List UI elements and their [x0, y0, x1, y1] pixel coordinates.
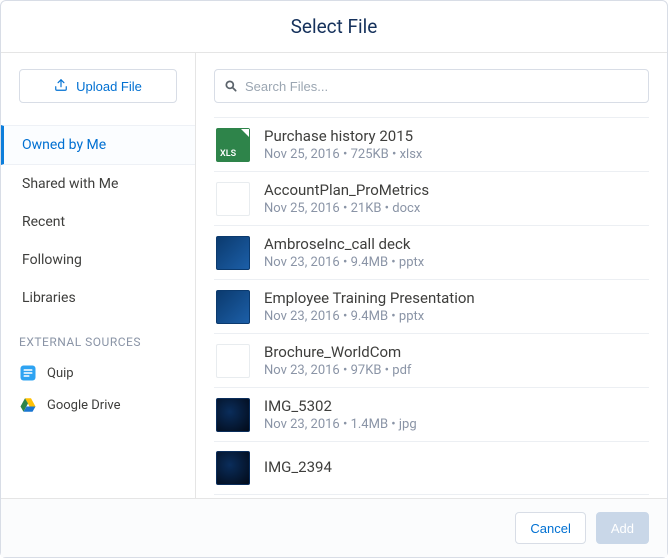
external-sources-header: EXTERNAL SOURCES [1, 317, 195, 357]
file-row[interactable]: XLS Purchase history 2015 Nov 25, 2016 •… [214, 118, 649, 172]
file-name: Employee Training Presentation [264, 289, 643, 307]
file-row[interactable]: AmbroseInc_call deck Nov 23, 2016 • 9.4M… [214, 226, 649, 280]
file-name: Purchase history 2015 [264, 127, 643, 145]
file-type-icon [216, 182, 250, 216]
upload-icon [54, 78, 68, 95]
quip-icon [19, 364, 37, 382]
file-meta: Nov 25, 2016 • 21KB • docx [264, 201, 643, 216]
file-type-icon [216, 344, 250, 378]
dialog-title: Select File [1, 1, 667, 53]
nav-recent[interactable]: Recent [1, 203, 195, 241]
file-name: AccountPlan_ProMetrics [264, 181, 643, 199]
file-row[interactable]: IMG_2394 [214, 442, 649, 495]
upload-file-button[interactable]: Upload File [19, 69, 177, 103]
file-type-icon [216, 290, 250, 324]
nav-shared-with-me[interactable]: Shared with Me [1, 165, 195, 203]
cancel-button[interactable]: Cancel [515, 512, 585, 544]
dialog-body: Upload File Owned by Me Shared with Me R… [1, 53, 667, 498]
external-quip-label: Quip [47, 366, 74, 381]
file-meta: Nov 23, 2016 • 1.4MB • jpg [264, 417, 643, 432]
sidebar: Upload File Owned by Me Shared with Me R… [1, 53, 196, 498]
nav-owned-by-me[interactable]: Owned by Me [1, 125, 195, 165]
file-name: IMG_2394 [264, 458, 643, 476]
file-row[interactable]: Employee Training Presentation Nov 23, 2… [214, 280, 649, 334]
file-meta: Nov 23, 2016 • 9.4MB • pptx [264, 255, 643, 270]
google-drive-icon [19, 396, 37, 414]
file-type-icon [216, 398, 250, 432]
file-meta: Nov 23, 2016 • 97KB • pdf [264, 363, 643, 378]
main-panel: XLS Purchase history 2015 Nov 25, 2016 •… [196, 53, 667, 498]
file-name: IMG_5302 [264, 397, 643, 415]
file-meta: Nov 23, 2016 • 9.4MB • pptx [264, 309, 643, 324]
file-row[interactable]: IMG_5302 Nov 23, 2016 • 1.4MB • jpg [214, 388, 649, 442]
file-type-icon [216, 236, 250, 270]
select-file-dialog: Select File Upload File Owned by Me Shar… [0, 0, 668, 558]
dialog-footer: Cancel Add [1, 498, 667, 557]
file-type-icon [216, 451, 250, 485]
external-gdrive-label: Google Drive [47, 398, 120, 413]
nav-list: Owned by Me Shared with Me Recent Follow… [1, 125, 195, 317]
add-button[interactable]: Add [596, 512, 649, 544]
external-quip[interactable]: Quip [1, 357, 195, 389]
file-row[interactable]: Brochure_WorldCom Nov 23, 2016 • 97KB • … [214, 334, 649, 388]
file-meta: Nov 25, 2016 • 725KB • xlsx [264, 147, 643, 162]
external-google-drive[interactable]: Google Drive [1, 389, 195, 421]
file-type-icon: XLS [216, 128, 250, 162]
upload-file-label: Upload File [76, 79, 142, 94]
search-input[interactable] [214, 69, 649, 103]
file-name: AmbroseInc_call deck [264, 235, 643, 253]
file-name: Brochure_WorldCom [264, 343, 643, 361]
file-row[interactable]: AccountPlan_ProMetrics Nov 25, 2016 • 21… [214, 172, 649, 226]
file-list: XLS Purchase history 2015 Nov 25, 2016 •… [214, 117, 649, 498]
nav-following[interactable]: Following [1, 241, 195, 279]
nav-libraries[interactable]: Libraries [1, 279, 195, 317]
